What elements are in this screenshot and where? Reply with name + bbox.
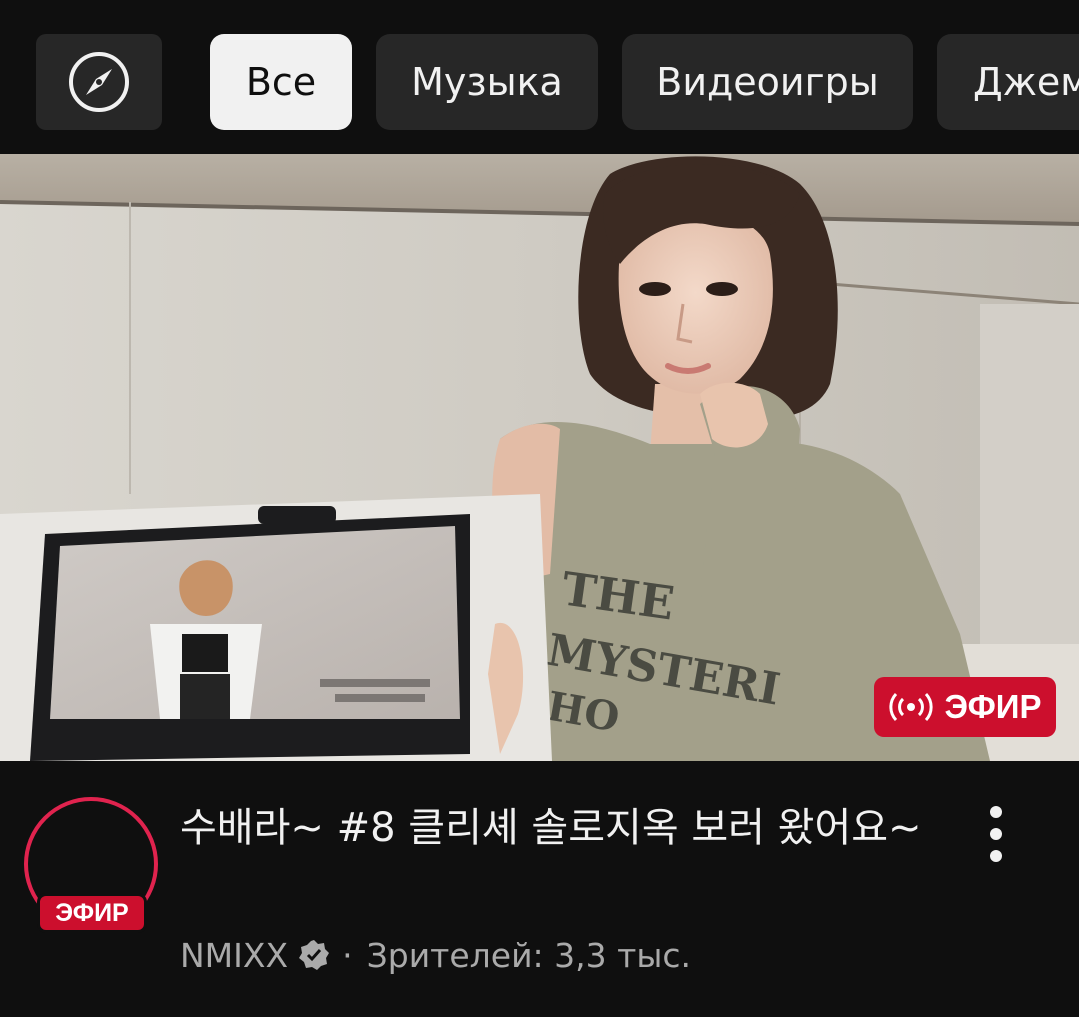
channel-name[interactable]: NMIXX [180,936,288,975]
live-broadcast-icon [888,692,933,722]
more-vert-icon [990,806,1002,862]
avatar-live-label: ЭФИР [37,893,147,933]
video-thumbnail[interactable]: THE MYSTERI HO x ЭФИР [0,154,1079,761]
thumbnail-image: THE MYSTERI HO x [0,154,1079,761]
chip-all[interactable]: Все [210,34,352,130]
more-options-button[interactable] [968,800,1024,870]
viewer-count: Зрителей: 3,3 тыс. [366,935,692,975]
chip-video-games[interactable]: Видеоигры [622,34,913,130]
live-badge: ЭФИР [874,677,1056,737]
video-title[interactable]: 수배라~ #8 클리셰 솔로지옥 보러 왔어요~ [180,800,940,857]
video-metadata: NMIXX · Зрителей: 3,3 тыс. [180,931,691,979]
meta-separator: · [342,935,353,975]
live-badge-label: ЭФИР [944,688,1042,725]
compass-icon [69,52,129,112]
verified-badge-icon [299,940,330,970]
chip-bar: Все Музыка Видеоигры Джем [0,0,1079,154]
explore-button[interactable] [36,34,162,130]
chip-jam[interactable]: Джем [937,34,1079,130]
channel-avatar[interactable]: ЭФИР [24,797,158,933]
chip-music[interactable]: Музыка [376,34,598,130]
